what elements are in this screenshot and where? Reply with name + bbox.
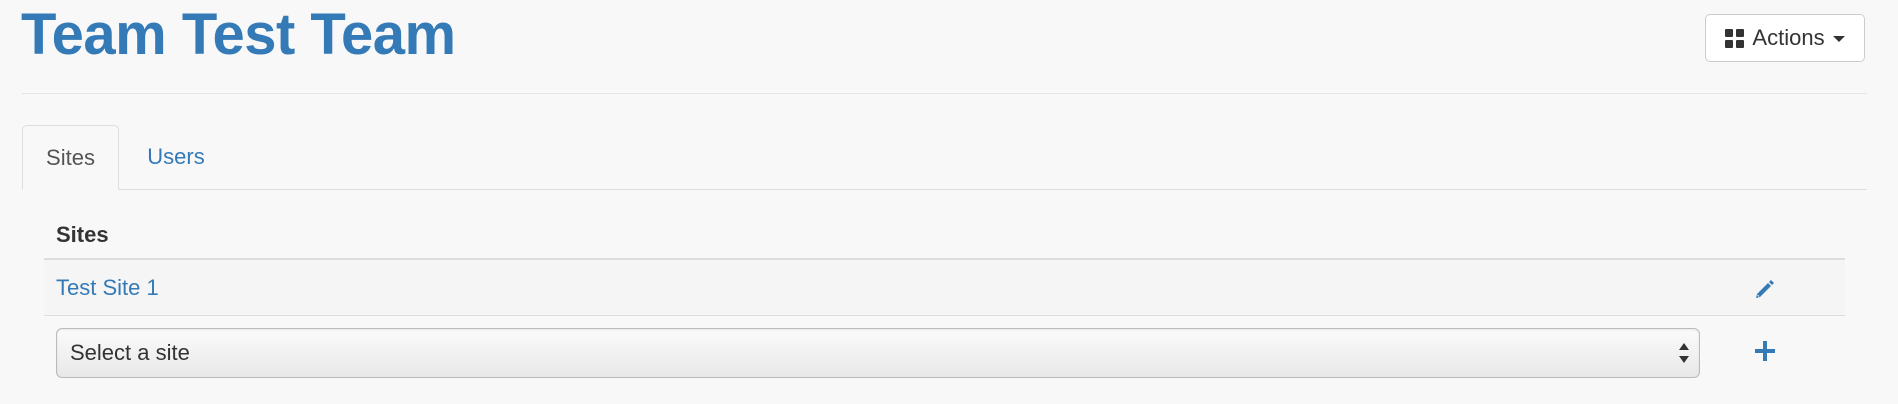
- tab-sites[interactable]: Sites: [22, 125, 119, 190]
- select-arrows-icon: [1679, 343, 1689, 363]
- actions-label: Actions: [1752, 25, 1825, 50]
- header-divider: [22, 93, 1867, 94]
- sites-table: Sites Test Site 1 Select a site: [44, 212, 1845, 382]
- tab-sites-label: Sites: [46, 144, 95, 170]
- add-site-row: Select a site: [44, 316, 1845, 382]
- tab-users[interactable]: Users: [119, 125, 233, 189]
- table-header: Sites: [44, 212, 1845, 260]
- grid-icon: [1725, 28, 1745, 48]
- column-header-sites: Sites: [56, 222, 109, 247]
- site-select[interactable]: Select a site: [56, 328, 1700, 378]
- page-title: Team Test Team: [21, 2, 456, 67]
- site-select-value: Select a site: [70, 340, 190, 365]
- tab-bar: Sites Users: [22, 125, 1867, 190]
- table-row: Test Site 1: [44, 260, 1845, 316]
- plus-icon[interactable]: [1755, 341, 1775, 361]
- team-page: Team Test Team Actions Sites Users Sites…: [0, 0, 1898, 404]
- pencil-icon[interactable]: [1754, 278, 1776, 300]
- site-link[interactable]: Test Site 1: [44, 275, 159, 301]
- caret-down-icon: [1832, 36, 1845, 42]
- tab-users-label: Users: [147, 144, 205, 169]
- actions-button[interactable]: Actions: [1705, 14, 1865, 62]
